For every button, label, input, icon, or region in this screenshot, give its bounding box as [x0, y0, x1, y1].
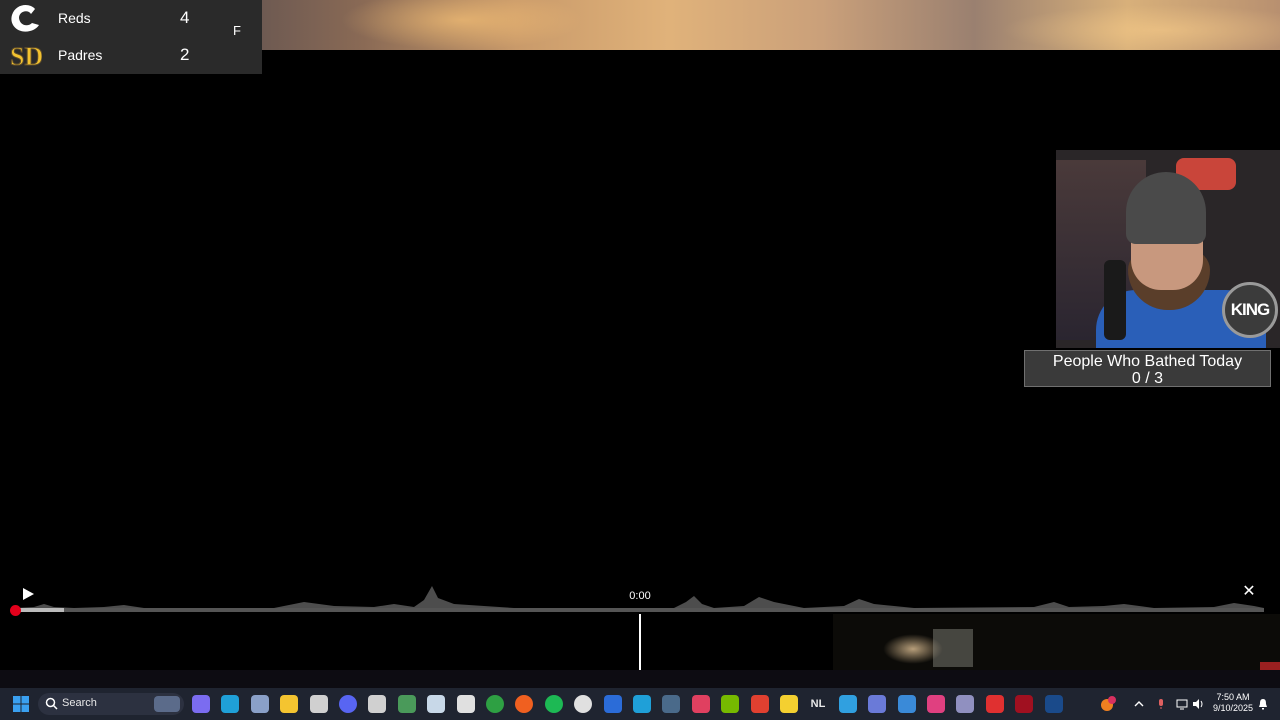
game-status: F [233, 23, 241, 38]
word-icon[interactable] [604, 695, 622, 713]
bath-counter: People Who Bathed Today 0 / 3 [1024, 350, 1271, 387]
search-highlight-icon [154, 696, 180, 712]
steam-icon[interactable] [427, 695, 445, 713]
clock-date: 9/10/2025 [1212, 703, 1254, 713]
app-dark-icon[interactable] [1045, 695, 1063, 713]
copilot-icon[interactable] [192, 695, 210, 713]
seek-track[interactable] [14, 608, 1264, 612]
close-icon[interactable]: ✕ [1241, 584, 1257, 600]
app-blue-icon[interactable] [839, 695, 857, 713]
clock-time: 7:50 AM [1216, 692, 1250, 702]
network-icon[interactable] [1176, 698, 1188, 710]
search-label: Search [62, 697, 97, 709]
photo-app-icon[interactable] [692, 695, 710, 713]
xbox-icon[interactable] [486, 695, 504, 713]
search-icon [45, 697, 58, 710]
home-team-name: Padres [58, 47, 103, 63]
app-red-icon[interactable] [986, 695, 1004, 713]
windows-start-icon[interactable] [13, 696, 29, 712]
notification-icon[interactable] [1257, 698, 1269, 710]
background-sky [262, 0, 1280, 50]
nvidia-icon[interactable] [721, 695, 739, 713]
edge-icon[interactable] [221, 695, 239, 713]
bottom-strip [0, 670, 1280, 688]
edge-dev-icon[interactable] [633, 695, 651, 713]
file-explorer-icon[interactable] [280, 695, 298, 713]
taskbar-clock[interactable]: 7:50 AM 9/10/2025 [1210, 692, 1256, 714]
obs-icon[interactable] [310, 695, 328, 713]
away-team-name: Reds [58, 10, 91, 26]
svg-text:SD: SD [10, 42, 42, 71]
padres-logo-icon: SD [10, 42, 43, 72]
nl-icon[interactable]: NL [809, 695, 827, 713]
spotify-icon[interactable] [545, 695, 563, 713]
store-icon[interactable] [898, 695, 916, 713]
video-thumbnail [833, 614, 1280, 670]
scoreboard: Reds 4 SD Padres 2 F [0, 0, 262, 74]
app-circle-icon[interactable] [574, 695, 592, 713]
seek-handle[interactable] [10, 605, 21, 616]
phone-link-icon[interactable] [868, 695, 886, 713]
away-team-score: 4 [180, 8, 190, 27]
play-icon[interactable] [21, 587, 35, 601]
origin-icon[interactable] [515, 695, 533, 713]
streamlabs-icon[interactable] [368, 695, 386, 713]
counter-value: 0 / 3 [1131, 370, 1164, 387]
reds-logo-icon [11, 5, 39, 32]
home-team-score: 2 [180, 45, 190, 64]
epic-games-icon[interactable] [457, 695, 475, 713]
volume-icon[interactable] [1192, 698, 1204, 710]
calculator-icon[interactable] [662, 695, 680, 713]
taskbar-search[interactable]: Search [38, 693, 184, 715]
settings-icon[interactable] [251, 695, 269, 713]
king-badge: KING [1222, 282, 1278, 338]
app-grey-icon[interactable] [956, 695, 974, 713]
app-icon[interactable] [398, 695, 416, 713]
away-team-row: Reds 4 [0, 0, 262, 36]
stream-deck-icon[interactable] [927, 695, 945, 713]
chevron-up-icon[interactable] [1133, 698, 1145, 710]
playhead [639, 614, 641, 670]
microphone-icon[interactable] [1155, 698, 1167, 710]
counter-title: People Who Bathed Today [1052, 353, 1243, 370]
notification-badge-icon[interactable] [1100, 696, 1116, 712]
sticky-notes-icon[interactable] [780, 695, 798, 713]
app-dark-red-icon[interactable] [1015, 695, 1033, 713]
discord-icon[interactable] [339, 695, 357, 713]
home-team-row: SD Padres 2 [0, 37, 262, 73]
playback-time: 0:00 [629, 590, 651, 602]
seek-played [14, 608, 64, 612]
game-app-icon[interactable] [751, 695, 769, 713]
